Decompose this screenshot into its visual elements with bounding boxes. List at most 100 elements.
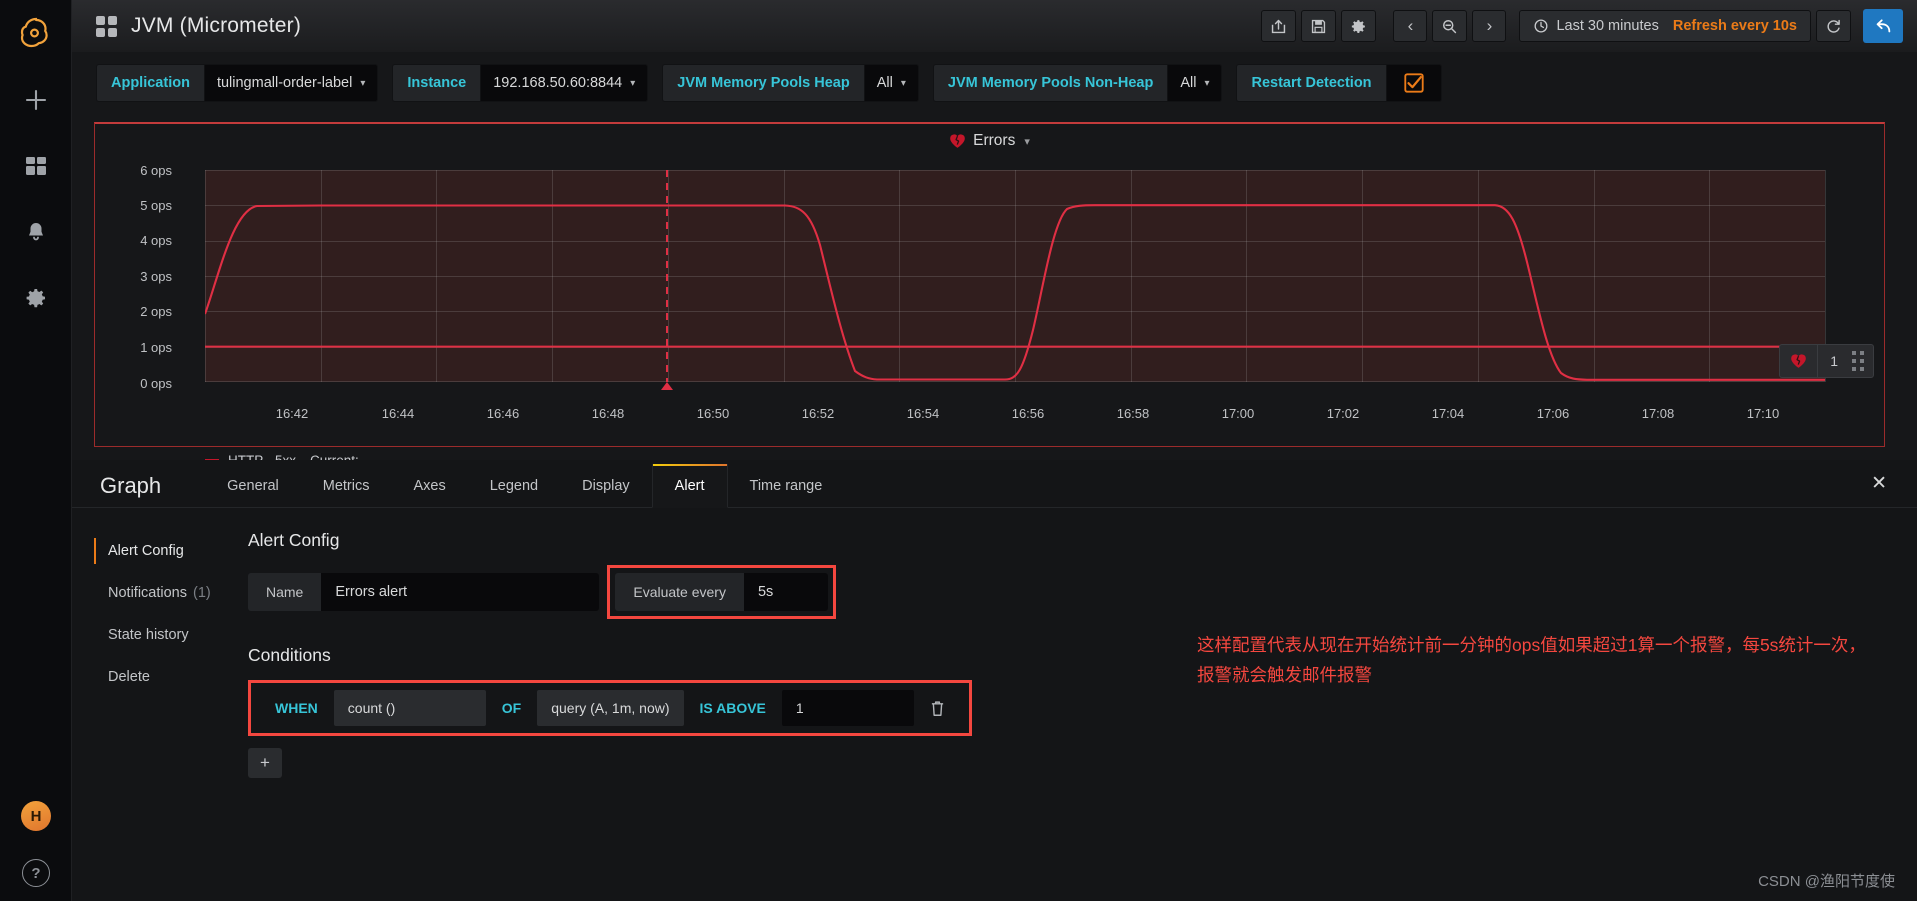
x-tick-label: 16:44 xyxy=(381,406,415,421)
graph-panel: Errors ▾ 6 ops 5 ops 4 ops 3 ops 2 ops 1… xyxy=(94,122,1886,468)
panel-header[interactable]: Errors ▾ xyxy=(95,124,1884,158)
variable-label: JVM Memory Pools Non-Heap xyxy=(932,64,1168,102)
x-tick-label: 17:08 xyxy=(1641,406,1675,421)
conditions-highlight-box: WHEN count () OF query (A, 1m, now) IS A… xyxy=(248,680,972,736)
condition-query-select[interactable]: query (A, 1m, now) xyxy=(537,690,684,726)
condition-when-label: WHEN xyxy=(275,700,318,716)
condition-threshold-input[interactable]: 1 xyxy=(781,690,914,726)
tab-general[interactable]: General xyxy=(205,464,301,508)
sidebar-item-label: State history xyxy=(108,627,189,643)
share-dashboard-button[interactable] xyxy=(1261,10,1297,42)
time-shift-forward-button[interactable]: › xyxy=(1472,10,1507,42)
sidebar-item-notifications[interactable]: Notifications (1) xyxy=(94,572,222,614)
sidebar-item-alert-config[interactable]: Alert Config xyxy=(94,530,222,572)
save-dashboard-button[interactable] xyxy=(1301,10,1337,42)
clock-icon xyxy=(1534,19,1548,33)
tab-time-range[interactable]: Time range xyxy=(728,464,845,508)
sidebar-item-delete[interactable]: Delete xyxy=(94,656,222,698)
variable-restart-detection: Restart Detection xyxy=(1236,64,1442,102)
alert-marker-icon[interactable] xyxy=(661,382,673,390)
annotation-line-1: 这样配置代表从现在开始统计前一分钟的ops值如果超过1算一个报警，每5s统计一次… xyxy=(1197,635,1866,655)
refresh-interval-label: Refresh every 10s xyxy=(1672,18,1797,34)
variable-value-dropdown[interactable]: All ▾ xyxy=(863,64,919,102)
variable-value-dropdown[interactable]: All ▾ xyxy=(1167,64,1223,102)
create-icon[interactable] xyxy=(14,78,58,122)
page-title: JVM (Micrometer) xyxy=(131,14,302,37)
time-range-label: Last 30 minutes xyxy=(1556,18,1659,34)
threshold-handle[interactable]: 1 xyxy=(1779,344,1874,378)
y-tick-label: 3 ops xyxy=(140,269,172,284)
x-tick-label: 17:04 xyxy=(1431,406,1465,421)
sidebar-item-label: Notifications xyxy=(108,585,187,601)
trash-icon[interactable] xyxy=(914,690,961,726)
x-tick-label: 17:00 xyxy=(1221,406,1255,421)
close-icon[interactable]: ✕ xyxy=(1871,472,1887,495)
time-range-picker[interactable]: Last 30 minutes Refresh every 10s xyxy=(1519,10,1811,42)
variable-application: Application tulingmall-order-label ▾ xyxy=(96,64,379,102)
notifications-count: (1) xyxy=(192,585,211,601)
checkbox-checked-icon xyxy=(1403,73,1424,93)
y-tick-label: 4 ops xyxy=(140,233,172,248)
zoom-out-icon[interactable] xyxy=(1432,10,1468,42)
bell-icon[interactable] xyxy=(14,210,58,254)
condition-evaluator-label[interactable]: IS ABOVE xyxy=(684,690,782,726)
evaluate-every-input[interactable]: 5s xyxy=(743,573,828,611)
x-tick-label: 17:10 xyxy=(1746,406,1780,421)
y-tick-label: 0 ops xyxy=(140,376,172,391)
dashboard-settings-button[interactable] xyxy=(1341,10,1377,42)
time-shift-back-button[interactable]: ‹ xyxy=(1393,10,1428,42)
variable-label: Instance xyxy=(392,64,481,102)
x-tick-label: 16:58 xyxy=(1116,406,1150,421)
avatar[interactable]: H xyxy=(21,801,51,831)
sidebar-item-label: Delete xyxy=(108,669,150,685)
drag-handle-icon[interactable] xyxy=(1852,345,1873,377)
tab-legend[interactable]: Legend xyxy=(468,464,560,508)
left-nav-rail: H ? xyxy=(0,0,72,901)
help-icon[interactable]: ? xyxy=(22,859,50,887)
time-nav-group: ‹ › xyxy=(1393,10,1511,42)
alert-config-row: Name Errors alert Evaluate every 5s xyxy=(248,565,1917,619)
panel-title: Errors xyxy=(973,132,1016,149)
dashboard-topbar: JVM (Micrometer) ‹ › Last 30 minutes Ref… xyxy=(72,0,1917,52)
x-tick-label: 17:06 xyxy=(1536,406,1570,421)
broken-heart-icon xyxy=(1780,345,1819,377)
condition-reducer-select[interactable]: count () xyxy=(333,690,486,726)
chevron-down-icon[interactable]: ▾ xyxy=(1024,135,1030,148)
x-tick-label: 16:46 xyxy=(486,406,520,421)
sidebar-item-state-history[interactable]: State history xyxy=(94,614,222,656)
series-line xyxy=(205,204,1825,381)
variable-value-text: All xyxy=(1180,75,1197,91)
alert-name-input[interactable]: Errors alert xyxy=(321,573,600,611)
tab-alert[interactable]: Alert xyxy=(651,464,728,508)
alert-name-label: Name xyxy=(248,573,322,611)
restart-detection-checkbox[interactable] xyxy=(1385,64,1442,102)
x-tick-label: 16:48 xyxy=(591,406,625,421)
y-tick-label: 5 ops xyxy=(140,198,172,213)
variable-value-text: tulingmall-order-label xyxy=(216,75,353,91)
dashboard-title-group[interactable]: JVM (Micrometer) xyxy=(96,14,301,38)
variable-label: Restart Detection xyxy=(1236,64,1386,102)
gear-icon[interactable] xyxy=(14,276,58,320)
variable-label: Application xyxy=(96,64,204,102)
chevron-down-icon: ▾ xyxy=(900,77,906,89)
tab-display[interactable]: Display xyxy=(560,464,652,508)
dashboards-icon[interactable] xyxy=(14,144,58,188)
evaluate-every-label: Evaluate every xyxy=(615,573,744,611)
x-tick-label: 16:50 xyxy=(696,406,730,421)
variable-jvm-memory-pools-non-heap: JVM Memory Pools Non-Heap All ▾ xyxy=(932,64,1223,102)
back-to-dashboard-button[interactable] xyxy=(1863,9,1903,43)
grafana-logo-icon[interactable] xyxy=(13,10,59,56)
alert-config-title: Alert Config xyxy=(248,530,340,550)
graph-plot-area[interactable]: 6 ops 5 ops 4 ops 3 ops 2 ops 1 ops 0 op… xyxy=(95,158,1886,468)
x-tick-label: 16:54 xyxy=(906,406,940,421)
template-variables-row: Application tulingmall-order-label ▾ Ins… xyxy=(72,52,1917,114)
y-tick-label: 2 ops xyxy=(140,304,172,319)
annotation-note: 这样配置代表从现在开始统计前一分钟的ops值如果超过1算一个报警，每5s统计一次… xyxy=(1197,630,1917,690)
refresh-icon[interactable] xyxy=(1816,10,1851,42)
tab-metrics[interactable]: Metrics xyxy=(301,464,392,508)
variable-value-dropdown[interactable]: 192.168.50.60:8844 ▾ xyxy=(480,64,649,102)
tab-axes[interactable]: Axes xyxy=(391,464,467,508)
add-condition-button[interactable]: + xyxy=(248,748,282,778)
variable-value-dropdown[interactable]: tulingmall-order-label ▾ xyxy=(203,64,379,102)
topbar-actions: ‹ › Last 30 minutes Refresh every 10s xyxy=(1261,9,1903,43)
